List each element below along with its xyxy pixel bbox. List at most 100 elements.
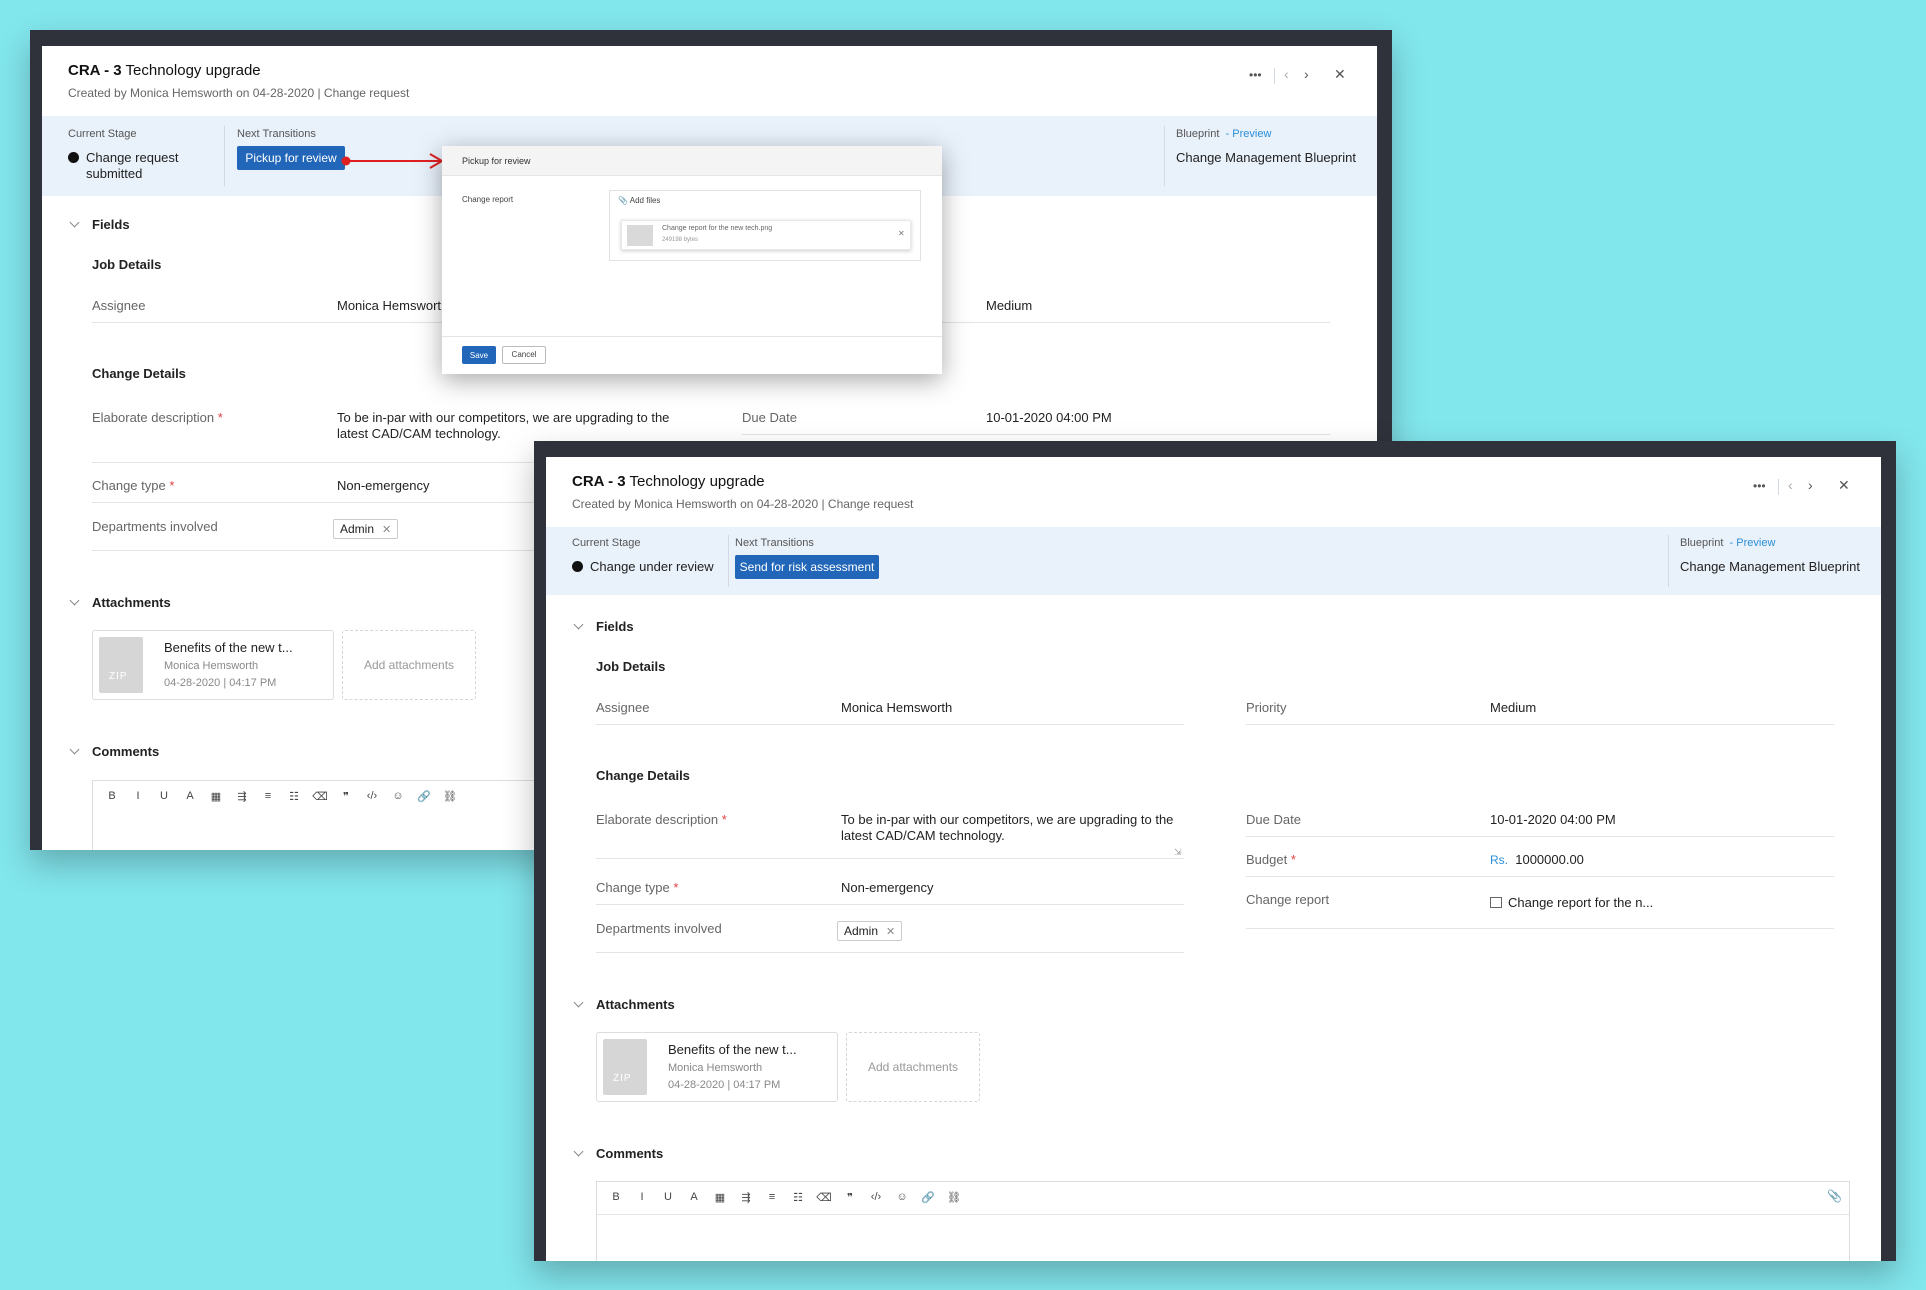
budget-label: Budget * [1246, 852, 1296, 867]
indent-icon[interactable]: ⇶ [231, 790, 253, 803]
priority-value[interactable]: Medium [1490, 700, 1536, 715]
attachment-name[interactable]: Benefits of the new t... [164, 640, 293, 655]
table-icon[interactable]: ▦ [205, 790, 227, 803]
department-tag[interactable]: Admin ✕ [333, 519, 399, 539]
underline-icon[interactable]: U [657, 1191, 679, 1203]
unlink-icon[interactable]: ⛓ [943, 1191, 965, 1204]
budget-value[interactable]: Rs. 1000000.00 [1490, 852, 1584, 867]
record-title: CRA - 3 Technology upgrade [572, 473, 765, 490]
collapse-attachments-icon[interactable] [69, 595, 80, 606]
blueprint-name: Change Management Blueprint [1176, 150, 1356, 165]
link-icon[interactable]: 🔗 [413, 790, 435, 803]
more-options-icon[interactable]: ••• [1249, 68, 1262, 82]
attachment-date: 04-28-2020 | 04:17 PM [164, 677, 277, 689]
change-type-value[interactable]: Non-emergency [337, 478, 430, 493]
elaborate-description-line1[interactable]: To be in-par with our competitors, we ar… [841, 812, 1173, 827]
unlink-icon[interactable]: ⛓ [439, 790, 461, 803]
collapse-comments-icon[interactable] [573, 1146, 584, 1157]
dialog-cancel-button[interactable]: Cancel [502, 346, 546, 364]
emoji-icon[interactable]: ☺ [387, 790, 409, 802]
due-date-value[interactable]: 10-01-2020 04:00 PM [1490, 812, 1616, 827]
list-icon[interactable]: ☷ [283, 790, 305, 803]
remove-tag-icon[interactable]: ✕ [886, 925, 895, 938]
close-icon[interactable]: ✕ [1334, 66, 1346, 83]
record-window-front: CRA - 3 Technology upgrade Created by Mo… [534, 441, 1896, 1261]
next-record-icon[interactable]: › [1808, 477, 1813, 493]
align-icon[interactable]: ≡ [761, 1191, 783, 1203]
elaborate-description-line1[interactable]: To be in-par with our competitors, we ar… [337, 410, 669, 425]
priority-value[interactable]: Medium [986, 298, 1032, 313]
code-icon[interactable]: ‹/› [361, 790, 383, 802]
stage-dot-icon [572, 561, 583, 572]
current-stage-line2: submitted [86, 166, 143, 181]
remove-tag-icon[interactable]: ✕ [382, 523, 391, 536]
change-details-title: Change Details [596, 768, 690, 783]
quote-icon[interactable]: ❞ [839, 1191, 861, 1204]
record-panel: CRA - 3 Technology upgrade Created by Mo… [546, 457, 1881, 1261]
indent-icon[interactable]: ⇶ [735, 1191, 757, 1204]
priority-label: Priority [1246, 700, 1287, 715]
comments-section-title: Comments [92, 744, 160, 759]
italic-icon[interactable]: I [631, 1191, 653, 1203]
attachment-name[interactable]: Benefits of the new t... [668, 1042, 797, 1057]
text-color-icon[interactable]: A [683, 1191, 705, 1203]
pickup-for-review-button[interactable]: Pickup for review [237, 146, 345, 170]
add-files-button[interactable]: 📎 Add files [618, 196, 660, 205]
elaborate-description-line2[interactable]: latest CAD/CAM technology. [841, 828, 1005, 843]
assignee-value[interactable]: Monica Hemswort [337, 298, 441, 313]
collapse-comments-icon[interactable] [69, 744, 80, 755]
department-tag[interactable]: Admin ✕ [837, 921, 903, 941]
pickup-for-review-dialog: Pickup for review Change report 📎 Add fi… [442, 146, 942, 374]
list-icon[interactable]: ☷ [787, 1191, 809, 1204]
clear-format-icon[interactable]: ⌫ [813, 1191, 835, 1204]
attachment-card[interactable]: ZIP Benefits of the new t... Monica Hems… [596, 1032, 838, 1102]
blueprint-name: Change Management Blueprint [1680, 559, 1860, 574]
align-icon[interactable]: ≡ [257, 790, 279, 802]
italic-icon[interactable]: I [127, 790, 149, 802]
bold-icon[interactable]: B [605, 1191, 627, 1203]
underline-icon[interactable]: U [153, 790, 175, 802]
link-icon[interactable]: 🔗 [917, 1191, 939, 1204]
collapse-fields-icon[interactable] [573, 619, 584, 630]
next-record-icon[interactable]: › [1304, 66, 1309, 82]
due-date-value[interactable]: 10-01-2020 04:00 PM [986, 410, 1112, 425]
previous-record-icon[interactable]: ‹ [1284, 66, 1289, 82]
dialog-title: Pickup for review [462, 156, 531, 166]
departments-label: Departments involved [92, 519, 218, 534]
job-details-title: Job Details [596, 659, 666, 674]
previous-record-icon[interactable]: ‹ [1788, 477, 1793, 493]
attach-file-icon[interactable]: 📎 [1827, 1189, 1842, 1203]
blueprint-preview-link[interactable]: - Preview [1730, 537, 1776, 549]
textarea-resize-handle[interactable]: ⇲ [1174, 847, 1182, 858]
add-attachments-button[interactable]: Add attachments [846, 1032, 980, 1102]
bold-icon[interactable]: B [101, 790, 123, 802]
due-date-label: Due Date [742, 410, 797, 425]
due-date-label: Due Date [1246, 812, 1301, 827]
code-icon[interactable]: ‹/› [865, 1191, 887, 1203]
quote-icon[interactable]: ❞ [335, 790, 357, 803]
assignee-value[interactable]: Monica Hemsworth [841, 700, 952, 715]
more-options-icon[interactable]: ••• [1753, 479, 1766, 493]
elaborate-description-line2[interactable]: latest CAD/CAM technology. [337, 426, 501, 441]
text-color-icon[interactable]: A [179, 790, 201, 802]
blueprint-preview-link[interactable]: - Preview [1226, 128, 1272, 140]
record-subtitle: Created by Monica Hemsworth on 04-28-202… [572, 497, 914, 511]
change-type-value[interactable]: Non-emergency [841, 880, 934, 895]
send-for-risk-assessment-button[interactable]: Send for risk assessment [735, 555, 879, 579]
table-icon[interactable]: ▦ [709, 1191, 731, 1204]
change-report-field-label: Change report [462, 195, 514, 204]
blueprint-label: Blueprint - Preview [1176, 128, 1272, 140]
comment-editor-toolbar: B I U A ▦ ⇶ ≡ ☷ ⌫ ❞ ‹/› ☺ 🔗 ⛓ 📎 [596, 1181, 1850, 1261]
emoji-icon[interactable]: ☺ [891, 1191, 913, 1203]
dialog-save-button[interactable]: Save [462, 346, 496, 364]
remove-file-icon[interactable]: ✕ [898, 229, 905, 238]
collapse-attachments-icon[interactable] [573, 997, 584, 1008]
blueprint-label: Blueprint - Preview [1680, 537, 1776, 549]
change-report-value[interactable]: Change report for the n... [1490, 895, 1653, 910]
add-attachments-button[interactable]: Add attachments [342, 630, 476, 700]
collapse-fields-icon[interactable] [69, 217, 80, 228]
attachment-card[interactable]: ZIP Benefits of the new t... Monica Hems… [92, 630, 334, 700]
assignee-label: Assignee [92, 298, 146, 313]
close-icon[interactable]: ✕ [1838, 477, 1850, 494]
clear-format-icon[interactable]: ⌫ [309, 790, 331, 803]
